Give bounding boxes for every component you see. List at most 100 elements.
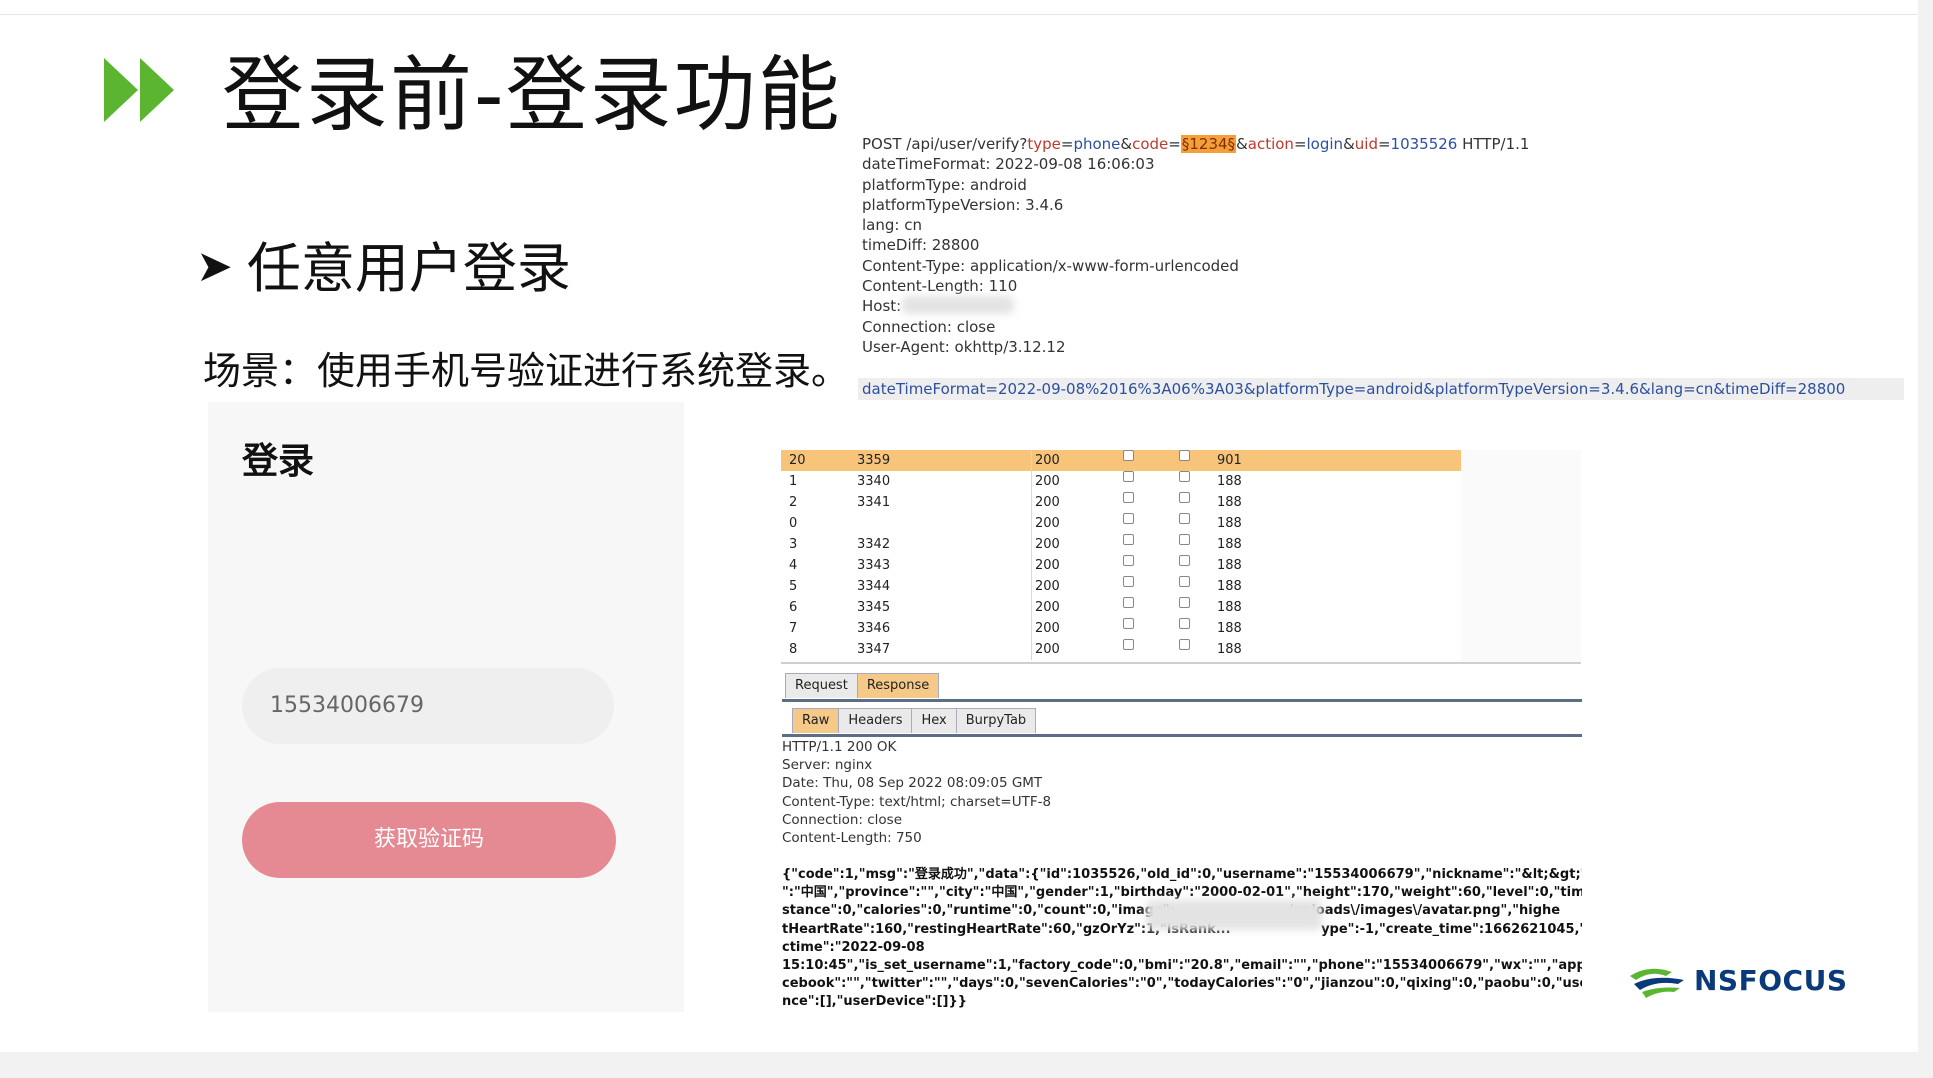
timeout-checkbox[interactable] — [1179, 534, 1190, 545]
table-row[interactable]: 4 3343 200 188 — [781, 555, 1461, 576]
cell-status: 200 — [1035, 474, 1060, 489]
table-row[interactable]: 2 3341 200 188 — [781, 492, 1461, 513]
cell-request-id: 5 — [789, 579, 798, 594]
error-checkbox[interactable] — [1123, 534, 1134, 545]
error-checkbox[interactable] — [1123, 597, 1134, 608]
request-body: dateTimeFormat=2022-09-08%2016%3A06%3A03… — [858, 378, 1904, 400]
table-row[interactable]: 7 3346 200 188 — [781, 618, 1461, 639]
cell-request-id: 0 — [789, 516, 798, 531]
table-row[interactable]: 8 3347 200 188 — [781, 639, 1461, 660]
request-line-suffix: HTTP/1.1 — [1457, 135, 1530, 153]
param-key: action — [1247, 135, 1294, 153]
response-header: Date: Thu, 08 Sep 2022 08:09:05 GMT — [782, 775, 1043, 792]
column-separator — [1031, 597, 1032, 618]
json-line: ":"中国","province":"","city":"中国","gender… — [782, 885, 1582, 901]
json-line: ctime":"2022-09-08 — [782, 939, 925, 955]
tab-hex[interactable]: Hex — [911, 708, 957, 733]
cell-request-id: 4 — [789, 558, 798, 573]
cell-status: 200 — [1035, 600, 1060, 615]
bullet-arrow-icon: ➤ — [196, 241, 233, 292]
column-separator — [1031, 576, 1032, 597]
cell-payload: 3359 — [857, 453, 891, 468]
param-key: type — [1027, 135, 1061, 153]
payload-marker: §1234§ — [1180, 135, 1237, 153]
response-header: Connection: close — [782, 811, 902, 828]
cell-payload: 3342 — [857, 537, 891, 552]
nsfocus-logo-icon — [1630, 968, 1684, 998]
cell-request-id: 7 — [789, 621, 798, 636]
cell-payload: 3341 — [857, 495, 891, 510]
column-separator — [1031, 471, 1032, 492]
scene-text: 场景：使用手机号验证进行系统登录。 — [203, 349, 850, 393]
cell-payload: 3340 — [857, 474, 891, 489]
table-row[interactable]: 3 3342 200 188 — [781, 534, 1461, 555]
table-row[interactable]: 20 3359 200 901 — [781, 450, 1461, 471]
column-separator — [1031, 513, 1032, 534]
param-key: code — [1132, 135, 1169, 153]
json-line: 15:10:45","is_set_username":1,"factory_c… — [782, 958, 1582, 974]
param-value: phone — [1073, 135, 1121, 153]
timeout-checkbox[interactable] — [1179, 639, 1190, 650]
timeout-checkbox[interactable] — [1179, 576, 1190, 587]
cell-status: 200 — [1035, 453, 1060, 468]
table-row[interactable]: 0 200 188 — [781, 513, 1461, 534]
json-line: {"code":1,"msg":"登录成功","data":{"id":1035… — [782, 867, 1582, 882]
cell-request-id: 1 — [789, 474, 798, 489]
double-arrow-icon — [104, 58, 174, 122]
response-header: Server: nginx — [782, 757, 873, 774]
timeout-checkbox[interactable] — [1179, 492, 1190, 503]
error-checkbox[interactable] — [1123, 576, 1134, 587]
cell-length: 188 — [1217, 600, 1242, 615]
tab-headers[interactable]: Headers — [838, 708, 913, 733]
error-checkbox[interactable] — [1123, 450, 1134, 461]
tab-raw[interactable]: Raw — [792, 708, 840, 733]
cell-payload: 3343 — [857, 558, 891, 573]
error-checkbox[interactable] — [1123, 513, 1134, 524]
get-code-button[interactable]: 获取验证码 — [242, 802, 616, 878]
timeout-checkbox[interactable] — [1179, 597, 1190, 608]
table-row[interactable]: 1 3340 200 188 — [781, 471, 1461, 492]
tab-response[interactable]: Response — [856, 673, 940, 698]
cell-length: 188 — [1217, 474, 1242, 489]
cell-status: 200 — [1035, 537, 1060, 552]
response-status: HTTP/1.1 200 OK — [782, 739, 897, 755]
error-checkbox[interactable] — [1123, 471, 1134, 482]
param-value: 1035526 — [1390, 135, 1458, 153]
top-divider — [0, 14, 1918, 15]
table-divider — [781, 662, 1581, 664]
req-resp-tabs: Request Response — [785, 673, 940, 699]
response-body: {"code":1,"msg":"登录成功","data":{"id":1035… — [782, 866, 1582, 1012]
error-checkbox[interactable] — [1123, 639, 1134, 650]
tab-burpytab[interactable]: BurpyTab — [955, 708, 1037, 733]
redacted-image-url — [1146, 900, 1322, 930]
cell-request-id: 6 — [789, 600, 798, 615]
timeout-checkbox[interactable] — [1179, 471, 1190, 482]
cell-status: 200 — [1035, 495, 1060, 510]
error-checkbox[interactable] — [1123, 492, 1134, 503]
request-header: Content-Type: application/x-www-form-url… — [862, 256, 1239, 275]
table-row[interactable]: 6 3345 200 188 — [781, 597, 1461, 618]
slide-title: 登录前-登录功能 — [222, 48, 842, 143]
bullet-heading: ➤ 任意用户登录 — [196, 224, 571, 303]
request-header-host: Host: — [862, 297, 902, 316]
timeout-checkbox[interactable] — [1179, 555, 1190, 566]
timeout-checkbox[interactable] — [1179, 513, 1190, 524]
request-header: dateTimeFormat: 2022-09-08 16:06:03 — [862, 155, 1155, 174]
results-table: 20 3359 200 901 1 3340 200 188 2 3341 200 188 0 200 18… — [781, 450, 1461, 660]
request-header: timeDiff: 28800 — [862, 236, 980, 255]
request-header: User-Agent: okhttp/3.12.12 — [862, 337, 1066, 356]
cell-request-id: 2 — [789, 495, 798, 510]
json-line: cebook":"","twitter":"","days":0,"sevenC… — [782, 976, 1582, 992]
table-row[interactable]: 5 3344 200 188 — [781, 576, 1461, 597]
param-key: uid — [1354, 135, 1378, 153]
error-checkbox[interactable] — [1123, 555, 1134, 566]
cell-length: 188 — [1217, 558, 1242, 573]
logo-text: NSFOCUS — [1694, 964, 1848, 997]
phone-number-input[interactable]: 15534006679 — [242, 668, 614, 744]
error-checkbox[interactable] — [1123, 618, 1134, 629]
tab-request[interactable]: Request — [785, 673, 858, 698]
cell-status: 200 — [1035, 621, 1060, 636]
cell-status: 200 — [1035, 558, 1060, 573]
timeout-checkbox[interactable] — [1179, 618, 1190, 629]
timeout-checkbox[interactable] — [1179, 450, 1190, 461]
